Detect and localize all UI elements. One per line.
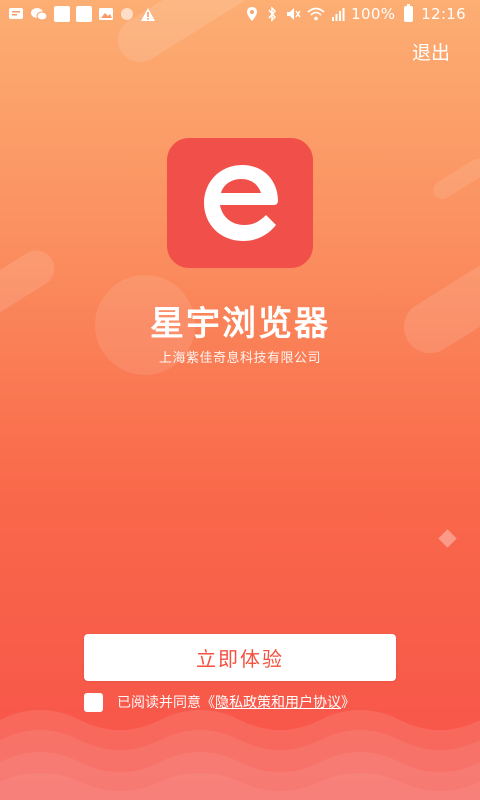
signal-icon <box>331 6 345 22</box>
status-left-icons <box>8 6 156 22</box>
app-name: 星宇浏览器 <box>150 304 330 344</box>
battery-percentage: 100% <box>351 5 396 23</box>
app-logo <box>167 138 313 268</box>
agreement-row: 已阅读并同意《 隐私政策和用户协议 》 <box>84 692 355 712</box>
decorative-stripe <box>429 155 480 203</box>
notification-icon <box>76 6 92 22</box>
decorative-diamond <box>438 529 457 548</box>
agreement-suffix: 》 <box>341 695 355 711</box>
mute-icon <box>285 6 301 22</box>
circle-icon <box>120 6 134 22</box>
battery-icon <box>401 4 415 22</box>
agreement-prefix: 已阅读并同意《 <box>117 695 215 711</box>
status-bar: 100% 12:16 <box>0 0 480 28</box>
status-right-icons: 100% 12:16 <box>245 4 466 23</box>
wifi-icon <box>307 6 325 22</box>
exit-button[interactable]: 退出 <box>412 38 450 65</box>
warning-icon <box>140 6 156 22</box>
company-name: 上海紫佳奇息科技有限公司 <box>158 351 321 366</box>
splash-screen: 100% 12:16 退出 星宇浏览器 上海紫佳奇息科技有限公司 立即体验 已阅… <box>0 0 480 800</box>
start-experience-button[interactable]: 立即体验 <box>84 634 396 681</box>
message-icon <box>8 6 24 22</box>
notification-icon <box>54 6 70 22</box>
status-time: 12:16 <box>421 5 466 23</box>
image-icon <box>98 6 114 22</box>
letter-e-icon <box>204 165 278 241</box>
bluetooth-icon <box>265 6 279 22</box>
wechat-icon <box>30 6 48 22</box>
privacy-policy-link[interactable]: 隐私政策和用户协议 <box>215 692 341 712</box>
location-icon <box>245 6 259 22</box>
agreement-checkbox[interactable] <box>84 692 103 712</box>
